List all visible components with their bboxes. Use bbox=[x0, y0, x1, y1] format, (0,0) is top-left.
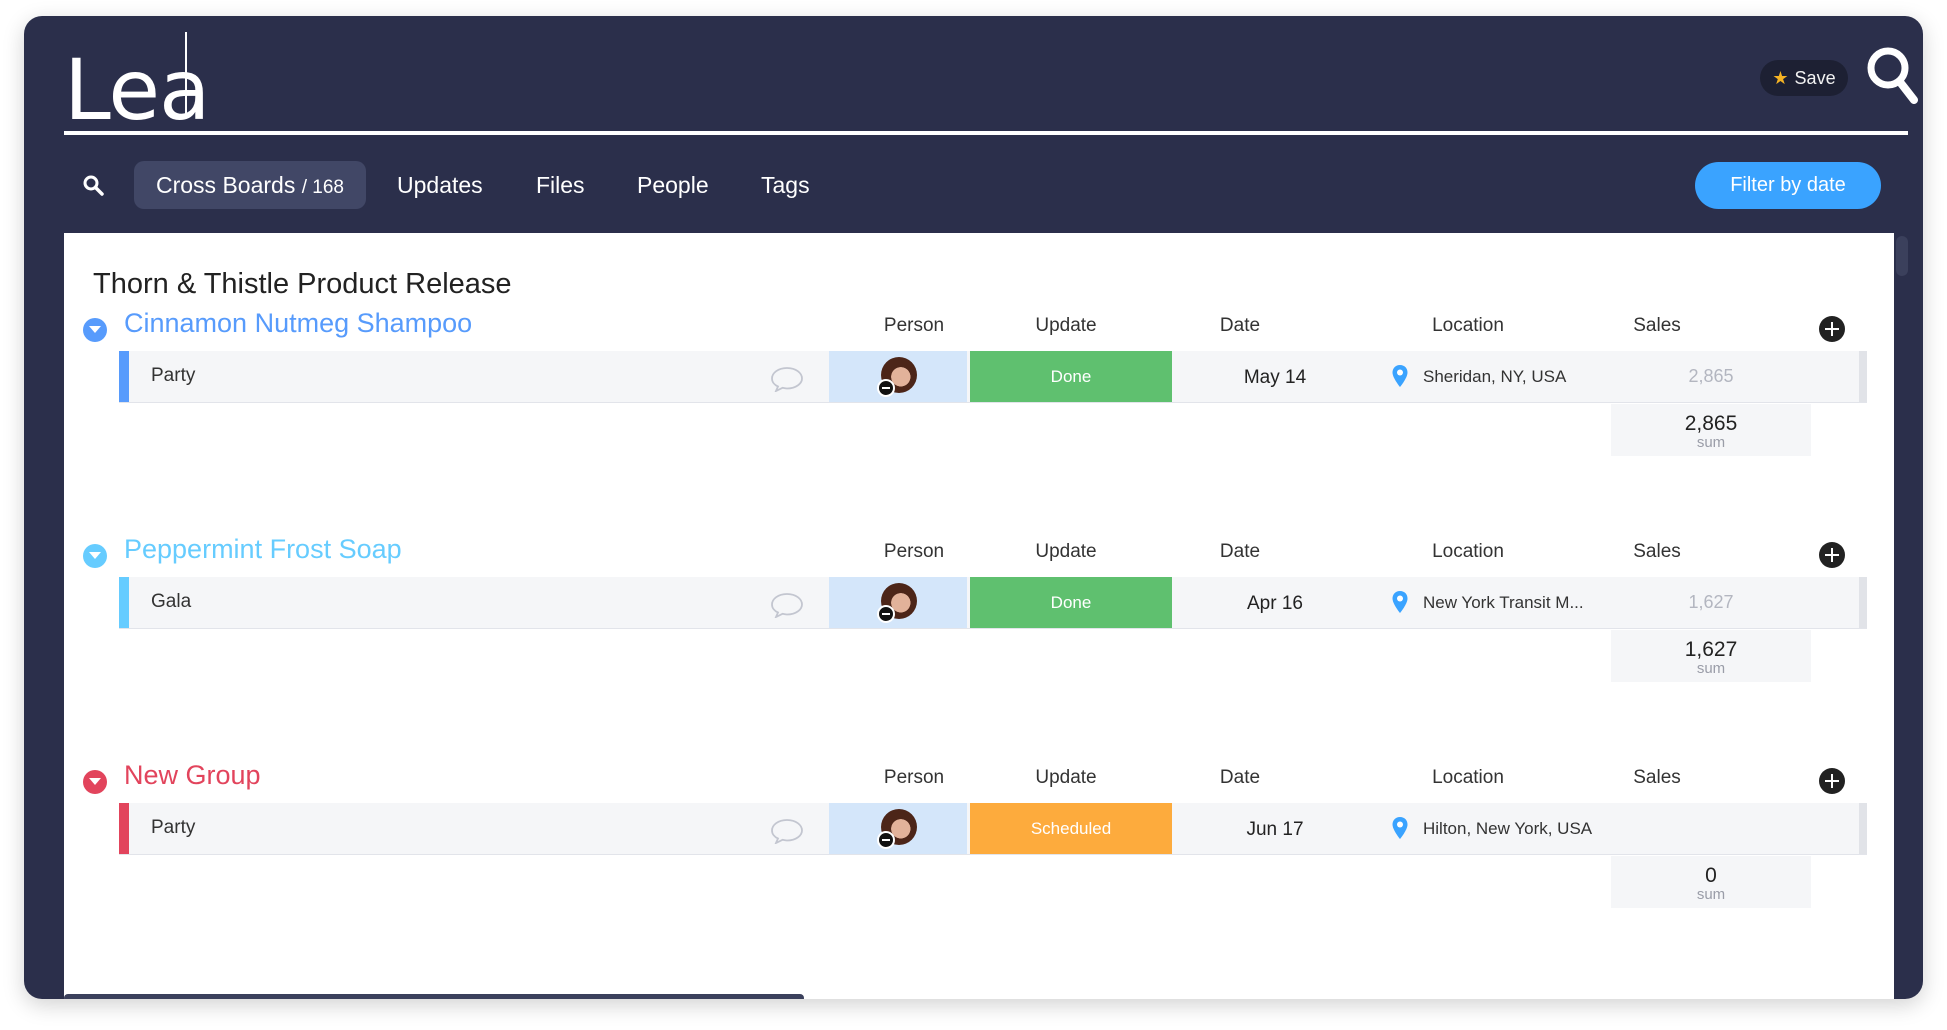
sales-cell[interactable]: 1,627 bbox=[1611, 577, 1811, 628]
column-header-location: Location bbox=[1432, 541, 1504, 562]
group: Cinnamon Nutmeg Shampoo Person Update Da… bbox=[64, 305, 1894, 485]
column-header-sales: Sales bbox=[1633, 541, 1681, 562]
group-title[interactable]: Peppermint Frost Soap bbox=[124, 534, 402, 565]
chevron-down-icon[interactable] bbox=[83, 318, 107, 342]
status-cell[interactable]: Done bbox=[970, 351, 1172, 402]
star-icon: ★ bbox=[1772, 67, 1789, 88]
sales-sum: 0 sum bbox=[1611, 856, 1811, 908]
chevron-down-icon[interactable] bbox=[83, 544, 107, 568]
tab-files[interactable]: Files bbox=[536, 161, 585, 209]
location-pin-icon bbox=[1392, 365, 1408, 387]
column-header-date: Date bbox=[1219, 541, 1261, 562]
date-cell[interactable]: May 14 bbox=[1175, 351, 1375, 402]
group: New Group Person Update Date Location Sa… bbox=[64, 757, 1894, 937]
column-header-sales: Sales bbox=[1633, 767, 1681, 788]
save-button[interactable]: ★ Save bbox=[1760, 60, 1848, 96]
sum-value: 0 bbox=[1705, 864, 1717, 887]
column-header-update: Update bbox=[1035, 767, 1097, 788]
tab-tags[interactable]: Tags bbox=[761, 161, 810, 209]
person-cell[interactable] bbox=[829, 577, 967, 628]
sum-value: 1,627 bbox=[1684, 638, 1738, 661]
column-header-sales: Sales bbox=[1633, 315, 1681, 336]
item-name[interactable]: Gala bbox=[151, 591, 191, 613]
remove-person-icon[interactable] bbox=[877, 379, 895, 397]
column-header-location: Location bbox=[1432, 315, 1504, 336]
group-title[interactable]: Cinnamon Nutmeg Shampoo bbox=[124, 308, 472, 339]
item-name[interactable]: Party bbox=[151, 817, 195, 839]
tab-updates[interactable]: Updates bbox=[397, 161, 483, 209]
row-color-bar bbox=[119, 351, 129, 402]
tab-label: Cross Boards bbox=[156, 172, 296, 198]
sales-sum: 2,865 sum bbox=[1611, 404, 1811, 456]
add-column-icon[interactable] bbox=[1819, 768, 1845, 794]
tab-cross-boards[interactable]: Cross Boards / 168 bbox=[134, 161, 366, 209]
vertical-scrollbar[interactable] bbox=[1896, 236, 1908, 276]
location-pin-icon bbox=[1392, 817, 1408, 839]
row-end-cap bbox=[1859, 803, 1867, 854]
location-text: Hilton, New York, USA bbox=[1423, 819, 1593, 838]
sum-label: sum bbox=[1696, 434, 1726, 451]
item-name[interactable]: Party bbox=[151, 365, 195, 387]
filter-by-date-button[interactable]: Filter by date bbox=[1695, 162, 1881, 209]
column-header-date: Date bbox=[1219, 315, 1261, 336]
sales-cell[interactable] bbox=[1611, 803, 1811, 854]
remove-person-icon[interactable] bbox=[877, 605, 895, 623]
horizontal-scrollbar[interactable] bbox=[64, 994, 804, 999]
group-title[interactable]: New Group bbox=[124, 760, 261, 791]
sales-sum: 1,627 sum bbox=[1611, 630, 1811, 682]
location-pin-icon bbox=[1392, 591, 1408, 613]
table-row[interactable]: Gala Done Apr 16 New York Transit M... 1… bbox=[119, 577, 1867, 629]
column-header-person: Person bbox=[883, 541, 945, 562]
results-panel: Thorn & Thistle Product Release Cinnamon… bbox=[64, 233, 1894, 999]
date-cell[interactable]: Apr 16 bbox=[1175, 577, 1375, 628]
date-cell[interactable]: Jun 17 bbox=[1175, 803, 1375, 854]
sum-value: 2,865 bbox=[1684, 412, 1738, 435]
row-color-bar bbox=[119, 803, 129, 854]
status-cell[interactable]: Scheduled bbox=[970, 803, 1172, 854]
person-cell[interactable] bbox=[829, 351, 967, 402]
person-cell[interactable] bbox=[829, 803, 967, 854]
text-caret bbox=[185, 32, 187, 117]
column-header-person: Person bbox=[883, 315, 945, 336]
table-row[interactable]: Party Done May 14 Sheridan, NY, USA 2,86… bbox=[119, 351, 1867, 403]
add-column-icon[interactable] bbox=[1819, 316, 1845, 342]
location-text: Sheridan, NY, USA bbox=[1423, 367, 1567, 386]
search-query-input[interactable]: Lea bbox=[64, 40, 210, 140]
column-header-update: Update bbox=[1035, 541, 1097, 562]
sum-label: sum bbox=[1696, 660, 1726, 677]
chevron-down-icon[interactable] bbox=[83, 770, 107, 794]
board-title: Thorn & Thistle Product Release bbox=[93, 268, 512, 300]
location-cell[interactable]: New York Transit M... bbox=[1378, 577, 1608, 628]
comment-icon[interactable] bbox=[770, 366, 804, 392]
table-row[interactable]: Party Scheduled Jun 17 Hilton, New York,… bbox=[119, 803, 1867, 855]
column-header-update: Update bbox=[1035, 315, 1097, 336]
location-text: New York Transit M... bbox=[1423, 593, 1584, 612]
column-header-location: Location bbox=[1432, 767, 1504, 788]
location-cell[interactable]: Hilton, New York, USA bbox=[1378, 803, 1608, 854]
column-header-date: Date bbox=[1219, 767, 1261, 788]
search-icon[interactable] bbox=[82, 174, 106, 198]
row-color-bar bbox=[119, 577, 129, 628]
row-end-cap bbox=[1859, 577, 1867, 628]
row-end-cap bbox=[1859, 351, 1867, 402]
tab-people[interactable]: People bbox=[637, 161, 709, 209]
comment-icon[interactable] bbox=[770, 818, 804, 844]
sales-cell[interactable]: 2,865 bbox=[1611, 351, 1811, 402]
save-label: Save bbox=[1794, 67, 1836, 88]
search-icon[interactable] bbox=[1866, 46, 1918, 104]
location-cell[interactable]: Sheridan, NY, USA bbox=[1378, 351, 1608, 402]
group: Peppermint Frost Soap Person Update Date… bbox=[64, 531, 1894, 711]
search-underline bbox=[64, 131, 1908, 135]
add-column-icon[interactable] bbox=[1819, 542, 1845, 568]
search-window: Lea ★ Save Cross Boards / 168 Updates Fi… bbox=[24, 16, 1923, 999]
column-header-person: Person bbox=[883, 767, 945, 788]
sum-label: sum bbox=[1696, 886, 1726, 903]
remove-person-icon[interactable] bbox=[877, 831, 895, 849]
comment-icon[interactable] bbox=[770, 592, 804, 618]
tab-count: / 168 bbox=[301, 177, 344, 198]
status-cell[interactable]: Done bbox=[970, 577, 1172, 628]
